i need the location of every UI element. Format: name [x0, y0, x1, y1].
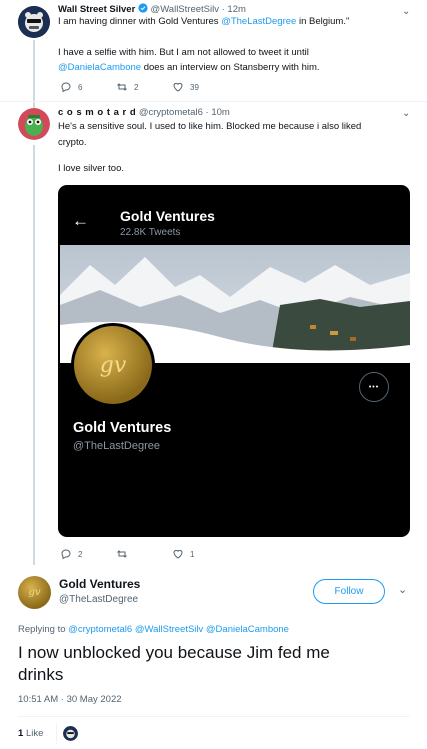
thread-line	[33, 145, 35, 565]
tweet-text: He's a sensitive soul. I used to like hi…	[58, 121, 362, 174]
follow-button[interactable]: Follow	[313, 579, 385, 604]
avatar[interactable]	[18, 6, 50, 38]
tweet-text: I now unblocked you because Jim fed me d…	[18, 643, 330, 684]
retweet-button[interactable]	[116, 548, 172, 560]
avatar-text: gv	[28, 587, 41, 598]
mention-link[interactable]: @WallStreetSilv	[135, 624, 203, 635]
reply-button[interactable]: 2	[60, 548, 116, 560]
timestamp[interactable]: 10m	[211, 107, 229, 118]
heart-icon	[173, 549, 183, 559]
bear-mascot-icon	[63, 726, 78, 741]
reply-button[interactable]: 6	[60, 81, 116, 93]
verified-badge-icon	[138, 3, 148, 13]
tweet-caret-icon[interactable]: ⌄	[398, 583, 407, 596]
card-profile-title: Gold Ventures	[120, 208, 215, 224]
heart-icon	[173, 82, 183, 92]
card-profile-avatar: gv	[71, 323, 155, 407]
card-profile-handle: @TheLastDegree	[73, 440, 160, 452]
reply-icon	[61, 549, 71, 560]
attached-image[interactable]: ← Gold Ventures 22.8K Tweets gv ••• Gold…	[58, 185, 410, 537]
replying-to: Replying to @cryptometal6 @WallStreetSil…	[18, 624, 289, 635]
likes-divider	[56, 724, 57, 744]
mention-link[interactable]: @cryptometal6	[68, 624, 132, 635]
display-name[interactable]: c o s m o t a r d	[58, 107, 136, 118]
tweet-divider	[0, 101, 427, 102]
tweet-header: c o s m o t a r d @cryptometal6 · 10m	[58, 107, 230, 118]
card-profile-name: Gold Ventures	[73, 420, 172, 436]
tweet-actions: 2 1	[60, 548, 228, 560]
avatar[interactable]	[18, 108, 50, 140]
likes-count[interactable]: 1 Like	[18, 728, 43, 739]
retweet-button[interactable]: 2	[116, 81, 172, 93]
avatar[interactable]: gv	[18, 576, 51, 609]
mention-link[interactable]: @DanielaCambone	[58, 62, 141, 73]
liker-avatar[interactable]	[63, 726, 78, 741]
reply-icon	[61, 82, 71, 93]
like-button[interactable]: 1	[172, 548, 228, 560]
mention-link[interactable]: @DanielaCambone	[206, 624, 289, 635]
handle[interactable]: @cryptometal6	[139, 107, 203, 118]
tweet-actions: 6 2 39	[60, 81, 228, 93]
tweet-divider	[18, 716, 410, 717]
back-arrow-icon: ←	[72, 211, 89, 230]
author-handle[interactable]: @TheLastDegree	[59, 594, 138, 605]
tweet-timestamp[interactable]: 10:51 AM · 30 May 2022	[18, 694, 122, 705]
mention-link[interactable]: @TheLastDegree	[221, 16, 296, 27]
card-avatar-text: gv	[99, 352, 127, 378]
more-options-button[interactable]: •••	[359, 372, 389, 402]
retweet-icon	[117, 550, 127, 558]
thread-line	[33, 40, 35, 110]
tweet-text: I am having dinner with Gold Ventures @T…	[58, 16, 350, 73]
bear-mascot-icon	[18, 6, 50, 38]
like-button[interactable]: 39	[172, 81, 228, 93]
card-tweets-count: 22.8K Tweets	[120, 227, 181, 238]
author-name[interactable]: Gold Ventures	[59, 577, 140, 591]
tweet-caret-icon[interactable]: ⌄	[402, 108, 410, 119]
frog-avatar-icon	[18, 108, 50, 140]
retweet-icon	[117, 83, 127, 91]
